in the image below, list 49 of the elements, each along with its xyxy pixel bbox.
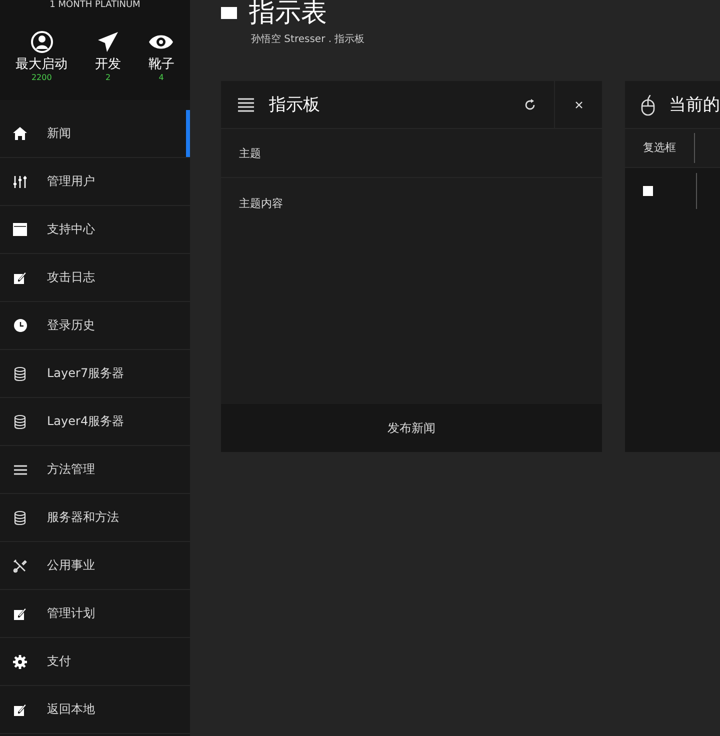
plan-label: 1 MONTH PLATINUM <box>48 0 142 11</box>
stat-value: 4 <box>158 73 164 83</box>
database-icon <box>13 366 27 380</box>
stat-label: 开发 <box>94 57 121 73</box>
sidebar-item[interactable]: 方法管理 <box>0 446 190 494</box>
edit-icon <box>13 271 27 284</box>
content-field[interactable]: 主题内容 <box>221 178 602 404</box>
sidebar-item[interactable]: 服务器和方法 <box>0 494 190 542</box>
sidebar-item[interactable]: 支持中心 <box>0 206 190 254</box>
user-icon <box>30 31 53 53</box>
mouse-icon <box>641 94 655 116</box>
edit-icon <box>13 703 27 716</box>
stat-label: 最大启动 <box>16 57 68 73</box>
checkbox[interactable] <box>643 186 653 196</box>
database-icon <box>13 510 27 524</box>
sidebar-item[interactable]: 支付 <box>0 638 190 686</box>
edit-icon <box>13 607 27 620</box>
window-icon <box>13 223 27 236</box>
menu-icon <box>237 98 255 112</box>
sidebar-item[interactable]: 新闻 <box>0 110 190 158</box>
sidebar-item[interactable]: 返回本地 <box>0 686 190 734</box>
sidebar-item[interactable]: 管理计划 <box>0 590 190 638</box>
breadcrumb: 孙悟空 Stresser . 指示板 <box>251 32 366 46</box>
page-icon <box>221 7 237 19</box>
sidebar-item[interactable]: 登录历史 <box>0 302 190 350</box>
sidebar-item[interactable]: Layer7服务器 <box>0 350 190 398</box>
list-icon <box>13 464 27 474</box>
clock-icon <box>13 319 27 332</box>
database-icon <box>13 414 27 428</box>
sidebar-item[interactable]: 攻击日志 <box>0 254 190 302</box>
sidebar-item[interactable]: 管理用户 <box>0 158 190 206</box>
column-header: 复选框 <box>625 133 695 163</box>
sliders-icon <box>13 174 27 188</box>
panel-title: 指示板 <box>269 94 320 116</box>
subject-field[interactable]: 主题 <box>221 129 602 178</box>
tools-icon <box>13 558 27 572</box>
page-title: 指示表 <box>249 0 327 28</box>
stat-value: 2200 <box>31 73 52 83</box>
stat-label: 靴子 <box>148 57 174 73</box>
submit-button[interactable]: 发布新闻 <box>221 404 602 452</box>
panel-title: 当前的 <box>669 94 720 116</box>
stat-value: 2 <box>105 73 111 83</box>
gear-icon <box>13 654 27 668</box>
refresh-icon <box>524 98 536 110</box>
sidebar-item[interactable]: Layer4服务器 <box>0 398 190 446</box>
home-icon <box>13 127 27 140</box>
sidebar-item[interactable]: 公用事业 <box>0 542 190 590</box>
close-icon <box>574 100 584 110</box>
paper-plane-icon <box>96 31 119 53</box>
